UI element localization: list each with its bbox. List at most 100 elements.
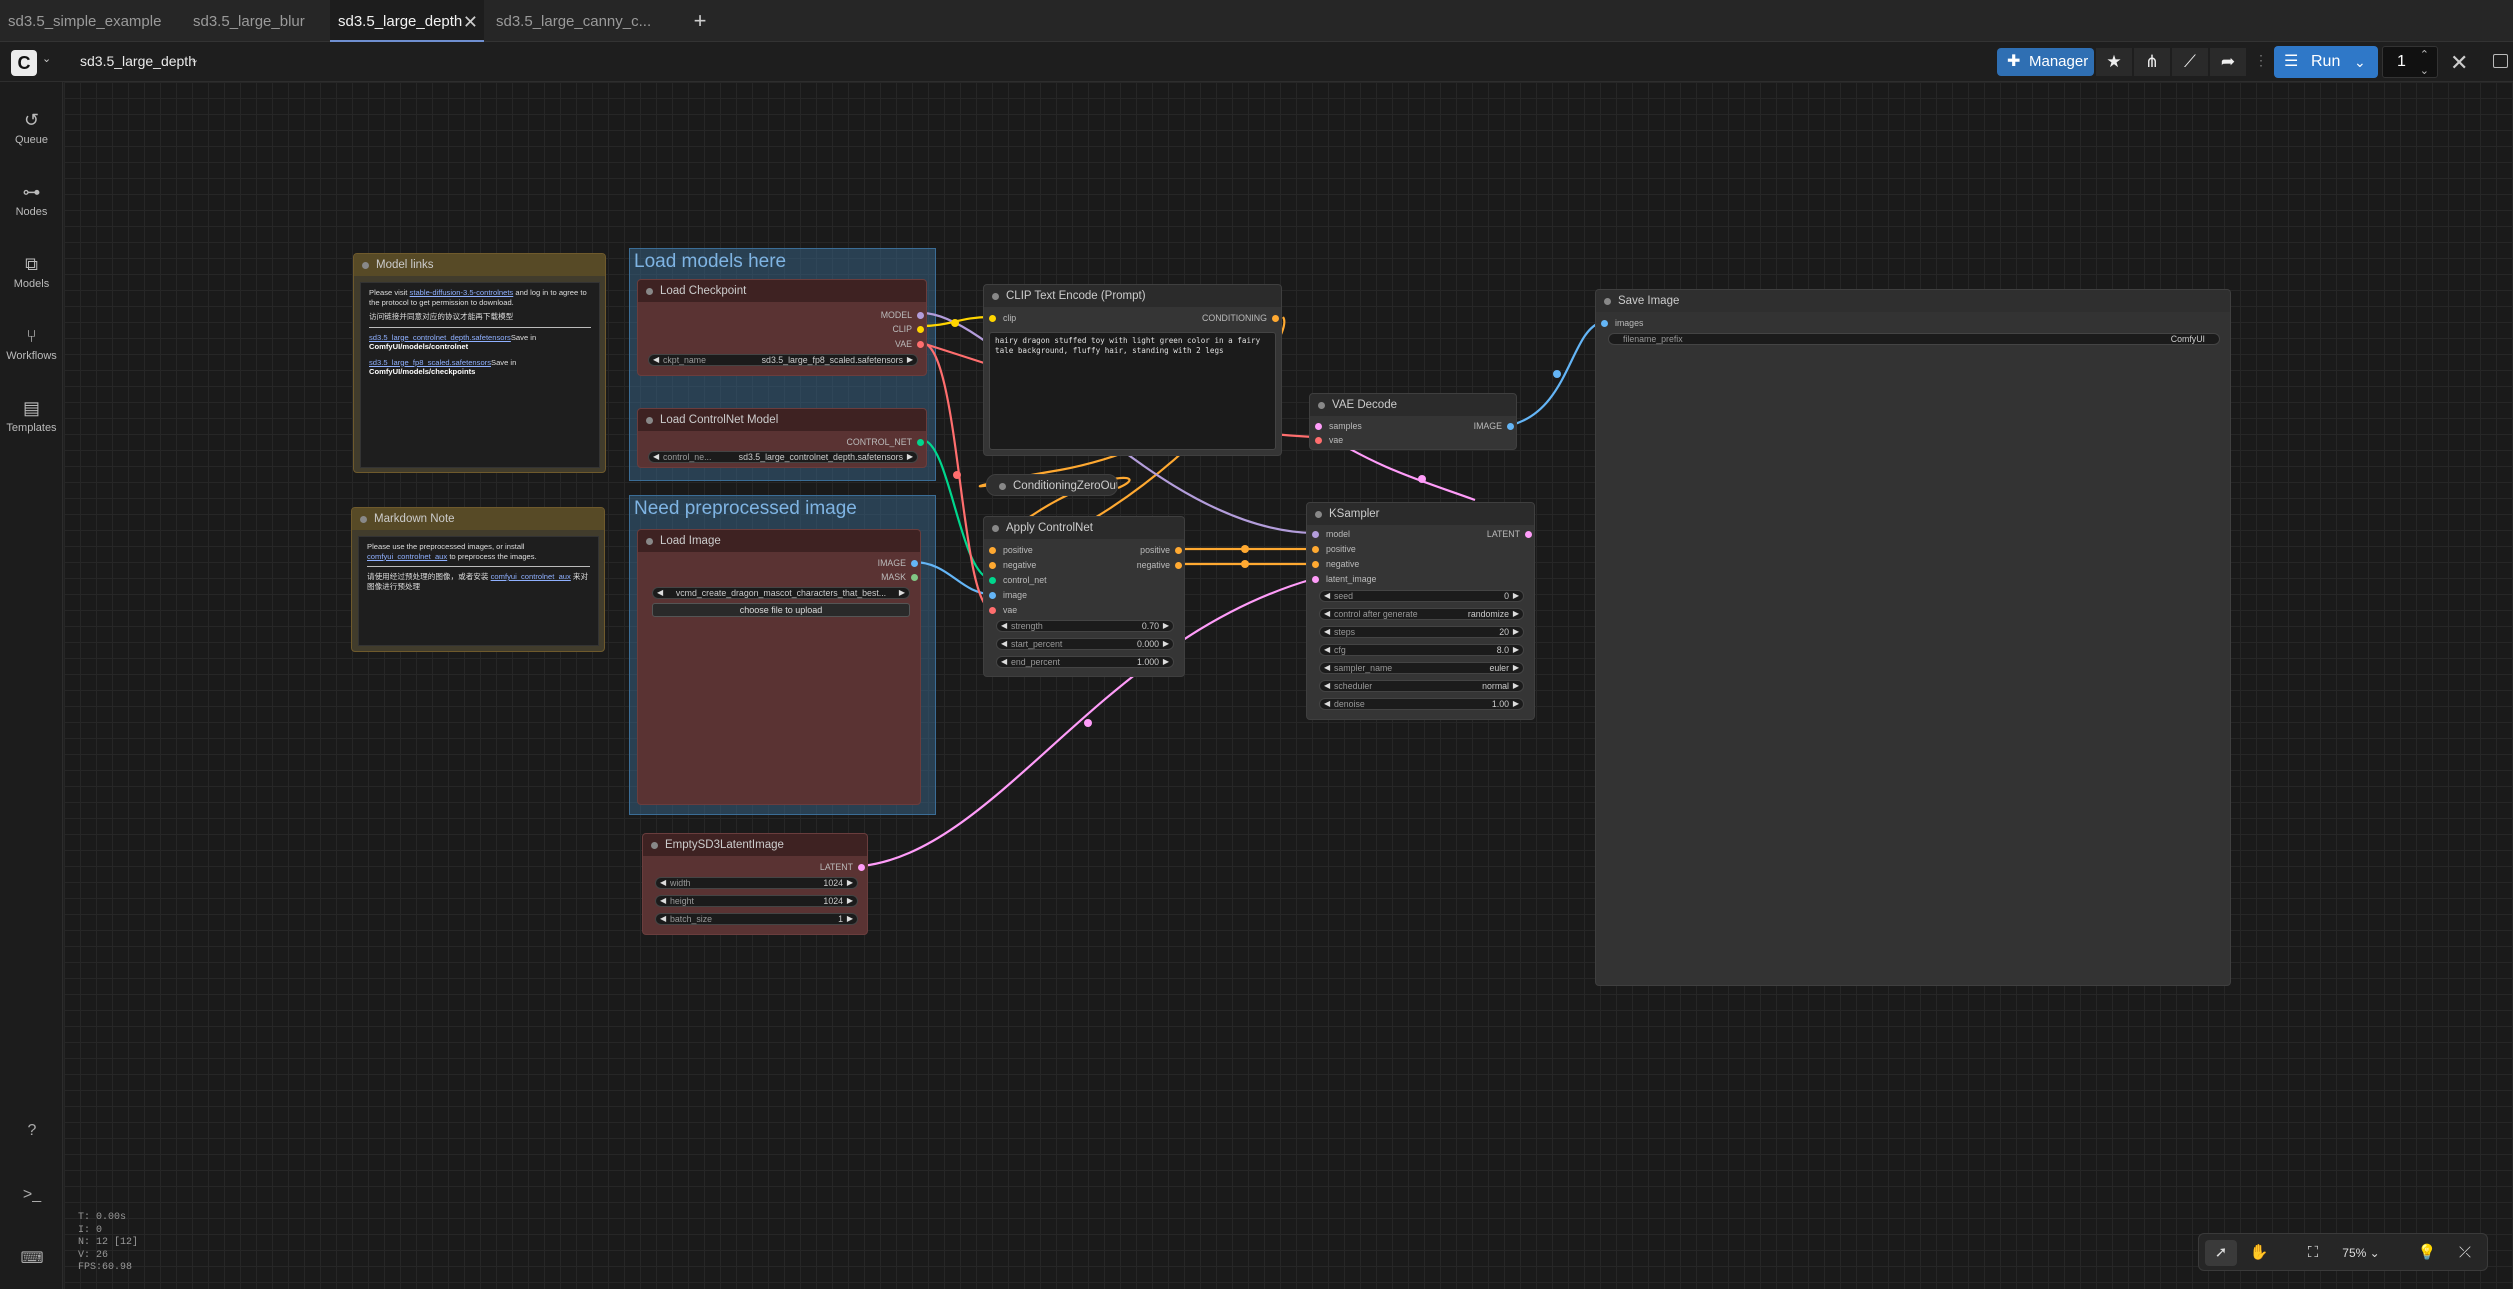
- link-controlnet-depth[interactable]: sd3.5_large_controlnet_depth.safetensors: [369, 333, 511, 342]
- close-icon[interactable]: ✕: [2450, 50, 2468, 76]
- help-icon[interactable]: ?: [20, 1119, 44, 1143]
- arrow-right-icon[interactable]: ▶: [1513, 609, 1519, 619]
- input-control-net[interactable]: control_net: [989, 574, 1047, 586]
- output-vae[interactable]: VAE: [895, 338, 924, 350]
- fit-view-icon[interactable]: ⛶: [2297, 1240, 2329, 1266]
- input-vae[interactable]: vae: [989, 604, 1017, 616]
- arrow-right-icon[interactable]: ▶: [1163, 621, 1169, 631]
- strength-slider[interactable]: ◀ strength 0.70 ▶: [996, 620, 1174, 632]
- input-images[interactable]: images: [1601, 317, 1643, 329]
- node-vae-decode[interactable]: VAE Decode samples vae IMAGE: [1309, 393, 1517, 450]
- sidebar-item-workflows[interactable]: ⑂ Workflows: [0, 312, 63, 372]
- node-clip-text-encode[interactable]: CLIP Text Encode (Prompt) clip CONDITION…: [983, 284, 1282, 456]
- arrow-left-icon[interactable]: ◀: [1324, 663, 1330, 673]
- input-clip[interactable]: clip: [989, 312, 1016, 324]
- cfg-input[interactable]: ◀ cfg 8.0 ▶: [1319, 644, 1524, 656]
- start-percent-slider[interactable]: ◀ start_percent 0.000 ▶: [996, 638, 1174, 650]
- node-title[interactable]: EmptySD3LatentImage: [643, 834, 867, 856]
- arrow-right-icon[interactable]: ▶: [847, 896, 853, 906]
- keyboard-icon[interactable]: ⌨: [20, 1247, 44, 1271]
- output-mask[interactable]: MASK: [881, 571, 918, 583]
- node-title[interactable]: Load Image: [638, 530, 920, 552]
- ckpt-name-combo[interactable]: ◀ ckpt_name sd3.5_large_fp8_scaled.safeten…: [648, 354, 918, 366]
- node-conditioning-zero-out[interactable]: ConditioningZeroOut: [986, 474, 1118, 496]
- arrow-left-icon[interactable]: ◀: [653, 355, 659, 365]
- node-title[interactable]: Apply ControlNet: [984, 517, 1184, 539]
- node-load-image[interactable]: Load Image IMAGE MASK ◀ vcmd_create_drago…: [637, 529, 921, 805]
- input-image[interactable]: image: [989, 589, 1027, 601]
- node-markdown-note[interactable]: Markdown Note Please use the preprocesse…: [351, 507, 605, 652]
- share-icon[interactable]: ➦: [2210, 48, 2246, 76]
- arrow-right-icon[interactable]: ▶: [1513, 663, 1519, 673]
- arrow-right-icon[interactable]: ▶: [1513, 699, 1519, 709]
- output-control-net[interactable]: CONTROL_NET: [847, 436, 924, 448]
- node-title[interactable]: Load Checkpoint: [638, 280, 926, 302]
- arrow-left-icon[interactable]: ◀: [660, 914, 666, 924]
- sidebar-item-templates[interactable]: ▤ Templates: [0, 384, 63, 444]
- arrow-left-icon[interactable]: ◀: [1001, 639, 1007, 649]
- node-model-links[interactable]: Model links Please visit stable-diffusio…: [353, 253, 606, 473]
- batch-size-input[interactable]: ◀ batch_size 1 ▶: [655, 913, 858, 925]
- arrow-left-icon[interactable]: ◀: [1324, 645, 1330, 655]
- arrow-right-icon[interactable]: ▶: [907, 355, 913, 365]
- new-tab-plus-icon[interactable]: +: [688, 8, 712, 34]
- output-latent[interactable]: LATENT: [1487, 528, 1532, 540]
- node-load-checkpoint[interactable]: Load Checkpoint MODEL CLIP VAE ◀ ckpt_nam…: [637, 279, 927, 376]
- node-title[interactable]: CLIP Text Encode (Prompt): [984, 285, 1281, 307]
- input-samples[interactable]: samples: [1315, 420, 1362, 432]
- arrow-right-icon[interactable]: ▶: [1513, 627, 1519, 637]
- link-sd35-controlnets[interactable]: stable-diffusion-3.5-controlnets: [410, 288, 514, 297]
- terminal-icon[interactable]: >_: [20, 1183, 44, 1207]
- hand-pan-icon[interactable]: ✋: [2243, 1240, 2275, 1266]
- arrow-left-icon[interactable]: ◀: [1001, 621, 1007, 631]
- arrow-right-icon[interactable]: ▶: [899, 588, 905, 598]
- run-count-input[interactable]: 1 ⌃ ⌄: [2382, 46, 2438, 78]
- chevron-down-icon[interactable]: ⌄: [2354, 46, 2366, 78]
- tab-sd35-large-depth[interactable]: sd3.5_large_depth ✕: [330, 0, 484, 42]
- arrow-left-icon[interactable]: ◀: [1324, 609, 1330, 619]
- scheduler-combo[interactable]: ◀ scheduler normal ▶: [1319, 680, 1524, 692]
- lightbulb-icon[interactable]: 💡: [2411, 1240, 2443, 1266]
- select-pointer-icon[interactable]: ➚: [2205, 1240, 2237, 1266]
- output-latent[interactable]: LATENT: [820, 861, 865, 873]
- arrow-right-icon[interactable]: ▶: [1163, 639, 1169, 649]
- arrow-right-icon[interactable]: ▶: [847, 878, 853, 888]
- output-positive[interactable]: positive: [1140, 544, 1182, 556]
- tab-sd35-large-blur[interactable]: sd3.5_large_blur: [186, 0, 330, 42]
- prompt-textarea[interactable]: hairy dragon stuffed toy with light gree…: [989, 332, 1276, 450]
- tab-sd35-large-canny[interactable]: sd3.5_large_canny_c...: [488, 0, 660, 42]
- arrow-left-icon[interactable]: ◀: [1324, 591, 1330, 601]
- tab-sd35-simple-example[interactable]: sd3.5_simple_example: [0, 0, 186, 42]
- node-title[interactable]: Load ControlNet Model: [638, 409, 926, 431]
- input-negative[interactable]: negative: [1312, 558, 1359, 570]
- arrow-left-icon[interactable]: ◀: [1001, 657, 1007, 667]
- toggle-panel-icon[interactable]: [2493, 54, 2508, 68]
- sampler-name-combo[interactable]: ◀ sampler_name euler ▶: [1319, 662, 1524, 674]
- node-apply-controlnet[interactable]: Apply ControlNet positive negative contr…: [983, 516, 1185, 677]
- denoise-slider[interactable]: ◀ denoise 1.00 ▶: [1319, 698, 1524, 710]
- arrow-left-icon[interactable]: ◀: [657, 588, 663, 598]
- chevron-down-icon[interactable]: ⌄: [42, 52, 51, 65]
- controlnet-name-combo[interactable]: ◀ control_ne... sd3.5_large_controlnet_dep…: [648, 451, 918, 463]
- arrow-left-icon[interactable]: ◀: [1324, 681, 1330, 691]
- run-button[interactable]: ☰ Run ⌄: [2274, 46, 2378, 78]
- arrow-right-icon[interactable]: ▶: [1513, 591, 1519, 601]
- output-image[interactable]: IMAGE: [878, 557, 918, 569]
- comfy-logo-icon[interactable]: C: [11, 50, 37, 76]
- link-controlnet-aux[interactable]: comfyui_controlnet_aux: [491, 572, 571, 581]
- node-empty-sd3-latent[interactable]: EmptySD3LatentImage LATENT ◀ width 1024 ▶ ◀…: [642, 833, 868, 935]
- filename-prefix-input[interactable]: filename_prefix ComfyUI: [1608, 333, 2220, 345]
- width-input[interactable]: ◀ width 1024 ▶: [655, 877, 858, 889]
- output-clip[interactable]: CLIP: [892, 323, 924, 335]
- arrow-left-icon[interactable]: ◀: [660, 878, 666, 888]
- node-title[interactable]: ConditioningZeroOut: [987, 475, 1117, 495]
- link-visibility-icon[interactable]: ⤫: [2449, 1240, 2481, 1266]
- node-title[interactable]: VAE Decode: [1310, 394, 1516, 416]
- input-positive[interactable]: positive: [989, 544, 1033, 556]
- sidebar-item-models[interactable]: ⧉ Models: [0, 240, 63, 300]
- arrow-right-icon[interactable]: ▶: [1163, 657, 1169, 667]
- node-title[interactable]: Markdown Note: [352, 508, 604, 530]
- upload-button[interactable]: choose file to upload: [652, 603, 910, 617]
- node-load-controlnet[interactable]: Load ControlNet Model CONTROL_NET ◀ contr…: [637, 408, 927, 468]
- star-icon[interactable]: ★: [2096, 48, 2132, 76]
